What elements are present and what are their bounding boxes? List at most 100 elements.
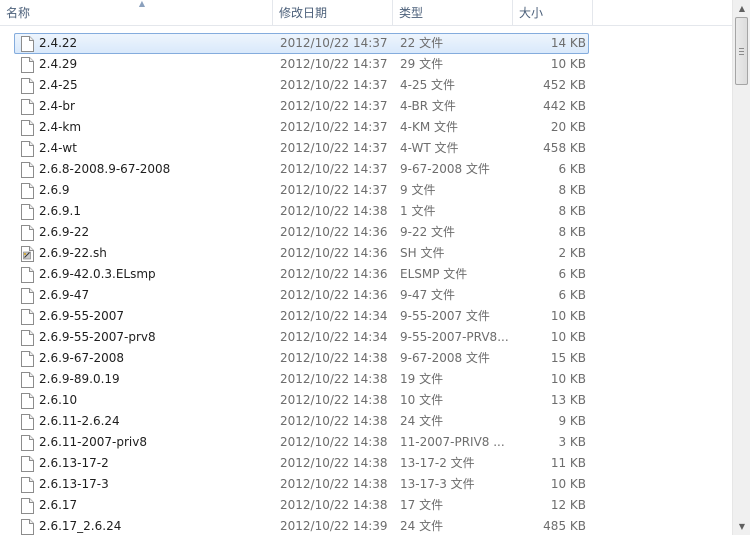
blank-file-icon — [21, 330, 34, 346]
file-row[interactable]: 2.6.13-17-2 2012/10/22 14:38 13-17-2 文件 11 … — [14, 453, 589, 474]
file-modified-date: 2012/10/22 14:37 — [280, 162, 388, 176]
file-size: 6 KB — [558, 162, 586, 176]
file-row[interactable]: 2.4-wt 2012/10/22 14:37 4-WT 文件 458 KB — [14, 138, 589, 159]
file-row[interactable]: 2.4-25 2012/10/22 14:37 4-25 文件 452 KB — [14, 75, 589, 96]
file-name: 2.6.9-42.0.3.ELsmp — [39, 267, 156, 281]
column-header-size[interactable]: 大小 — [513, 0, 593, 26]
blank-file-icon — [21, 225, 34, 241]
script-file-icon — [21, 246, 34, 262]
file-modified-date: 2012/10/22 14:36 — [280, 267, 388, 281]
blank-file-icon — [21, 120, 34, 136]
file-type: 9-67-2008 文件 — [400, 351, 490, 365]
file-name: 2.6.9-22 — [39, 225, 90, 239]
file-type: 4-WT 文件 — [400, 141, 459, 155]
file-row[interactable]: 2.6.9-55-2007 2012/10/22 14:34 9-55-2007 文… — [14, 306, 589, 327]
blank-file-icon — [21, 78, 34, 94]
file-type: 4-25 文件 — [400, 78, 456, 92]
blank-file-icon — [21, 57, 34, 73]
blank-file-icon — [21, 498, 34, 514]
file-name: 2.4-br — [39, 99, 75, 113]
file-type: 24 文件 — [400, 414, 444, 428]
file-row[interactable]: 2.6.10 2012/10/22 14:38 10 文件 13 KB — [14, 390, 589, 411]
blank-file-icon — [21, 519, 34, 535]
file-row[interactable]: 2.6.9.1 2012/10/22 14:38 1 文件 8 KB — [14, 201, 589, 222]
file-type: 29 文件 — [400, 57, 444, 71]
file-size: 15 KB — [550, 351, 586, 365]
file-name: 2.6.9.1 — [39, 204, 81, 218]
file-row[interactable]: 2.6.17 2012/10/22 14:38 17 文件 12 KB — [14, 495, 589, 516]
file-modified-date: 2012/10/22 14:38 — [280, 456, 388, 470]
file-type: 9-55-2007 文件 — [400, 309, 490, 323]
file-size: 452 KB — [543, 78, 586, 92]
blank-file-icon — [21, 183, 34, 199]
scrollbar-thumb[interactable] — [735, 17, 748, 85]
file-row[interactable]: 2.4-br 2012/10/22 14:37 4-BR 文件 442 KB — [14, 96, 589, 117]
file-name: 2.6.9-47 — [39, 288, 90, 302]
blank-file-icon — [21, 99, 34, 115]
file-row[interactable]: 2.6.8-2008.9-67-2008 2012/10/22 14:37 9-67… — [14, 159, 589, 180]
scroll-up-icon[interactable]: ▲ — [734, 0, 750, 17]
sort-ascending-icon: ▲ — [138, 0, 146, 8]
file-type: 17 文件 — [400, 498, 444, 512]
file-name: 2.6.17_2.6.24 — [39, 519, 122, 533]
file-modified-date: 2012/10/22 14:39 — [280, 519, 388, 533]
blank-file-icon — [21, 309, 34, 325]
file-size: 10 KB — [550, 477, 586, 491]
file-modified-date: 2012/10/22 14:37 — [280, 57, 388, 71]
blank-file-icon — [21, 456, 34, 472]
file-name: 2.4-25 — [39, 78, 78, 92]
file-row[interactable]: 2.6.17_2.6.24 2012/10/22 14:39 24 文件 485 KB — [14, 516, 589, 535]
file-row[interactable]: 2.4-km 2012/10/22 14:37 4-KM 文件 20 KB — [14, 117, 589, 138]
blank-file-icon — [21, 267, 34, 283]
file-modified-date: 2012/10/22 14:37 — [280, 141, 388, 155]
file-size: 14 KB — [550, 36, 586, 50]
file-size: 6 KB — [558, 267, 586, 281]
file-row[interactable]: 2.6.9-22.sh 2012/10/22 14:36 SH 文件 2 KB — [14, 243, 589, 264]
file-modified-date: 2012/10/22 14:37 — [280, 183, 388, 197]
file-row[interactable]: 2.6.9-42.0.3.ELsmp 2012/10/22 14:36 ELSMP … — [14, 264, 589, 285]
file-modified-date: 2012/10/22 14:38 — [280, 351, 388, 365]
file-row[interactable]: 2.6.11-2.6.24 2012/10/22 14:38 24 文件 9 KB — [14, 411, 589, 432]
file-row[interactable]: 2.4.22 2012/10/22 14:37 22 文件 14 KB — [14, 33, 589, 54]
blank-file-icon — [21, 372, 34, 388]
file-row[interactable]: 2.6.9-67-2008 2012/10/22 14:38 9-67-2008 文… — [14, 348, 589, 369]
file-name: 2.6.11-2.6.24 — [39, 414, 120, 428]
file-name: 2.6.9-67-2008 — [39, 351, 125, 365]
file-row[interactable]: 2.6.9-47 2012/10/22 14:36 9-47 文件 6 KB — [14, 285, 589, 306]
file-row[interactable]: 2.6.9-22 2012/10/22 14:36 9-22 文件 8 KB — [14, 222, 589, 243]
file-row[interactable]: 2.6.13-17-3 2012/10/22 14:38 13-17-3 文件 10 … — [14, 474, 589, 495]
blank-file-icon — [21, 204, 34, 220]
file-type: 22 文件 — [400, 36, 444, 50]
file-size: 11 KB — [550, 456, 586, 470]
blank-file-icon — [21, 36, 34, 52]
column-header-type[interactable]: 类型 — [393, 0, 513, 26]
scroll-down-icon[interactable]: ▼ — [734, 518, 750, 535]
column-header-date[interactable]: 修改日期 — [273, 0, 393, 26]
file-modified-date: 2012/10/22 14:37 — [280, 36, 388, 50]
file-modified-date: 2012/10/22 14:38 — [280, 498, 388, 512]
file-type: 13-17-2 文件 — [400, 456, 475, 470]
file-name: 2.6.8-2008.9-67-2008 — [39, 162, 171, 176]
thumb-grip-line — [739, 48, 744, 49]
file-size: 2 KB — [558, 246, 586, 260]
file-name: 2.6.17 — [39, 498, 78, 512]
file-name: 2.4.29 — [39, 57, 78, 71]
vertical-scrollbar[interactable]: ▲ ▼ — [732, 0, 750, 535]
file-row[interactable]: 2.6.9-89.0.19 2012/10/22 14:38 19 文件 10 KB — [14, 369, 589, 390]
file-row[interactable]: 2.4.29 2012/10/22 14:37 29 文件 10 KB — [14, 54, 589, 75]
file-modified-date: 2012/10/22 14:38 — [280, 477, 388, 491]
file-row[interactable]: 2.6.11-2007-priv8 2012/10/22 14:38 11-2007… — [14, 432, 589, 453]
file-row[interactable]: 2.6.9 2012/10/22 14:37 9 文件 8 KB — [14, 180, 589, 201]
blank-file-icon — [21, 435, 34, 451]
file-size: 10 KB — [550, 330, 586, 344]
file-size: 6 KB — [558, 288, 586, 302]
file-type: ELSMP 文件 — [400, 267, 468, 281]
file-row[interactable]: 2.6.9-55-2007-prv8 2012/10/22 14:34 9-55-2… — [14, 327, 589, 348]
file-type: 9 文件 — [400, 183, 436, 197]
file-size: 3 KB — [558, 435, 586, 449]
file-type: 11-2007-PRIV8 ... — [400, 435, 505, 449]
file-name: 2.6.13-17-3 — [39, 477, 109, 491]
column-header-bar: 名称 ▲ 修改日期 类型 大小 — [0, 0, 732, 26]
file-size: 13 KB — [550, 393, 586, 407]
file-type: 9-55-2007-PRV8... — [400, 330, 509, 344]
